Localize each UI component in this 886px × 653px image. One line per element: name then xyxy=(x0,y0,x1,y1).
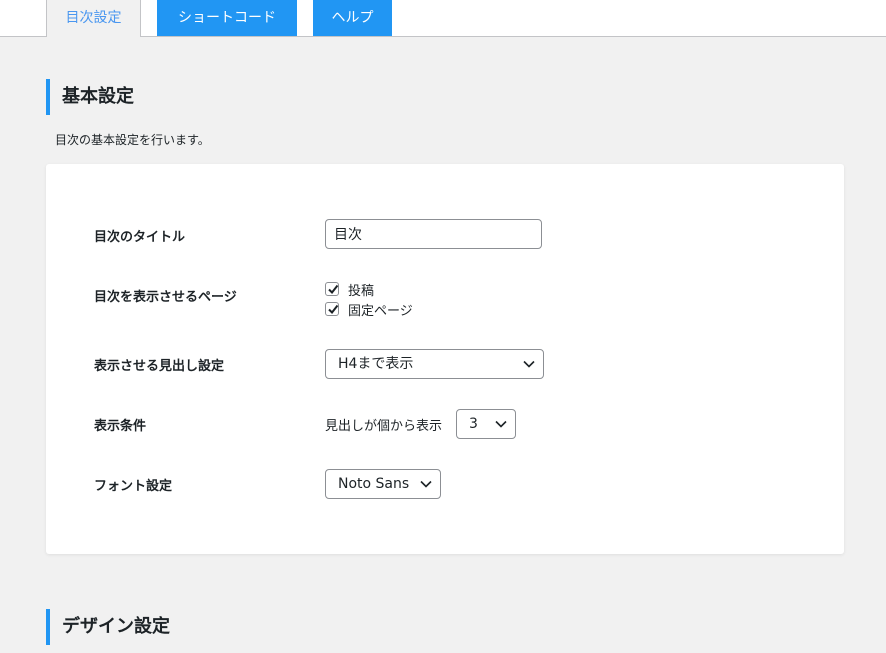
basic-settings-heading: 基本設定 xyxy=(46,79,134,115)
heading-level-select[interactable]: H4まで表示 xyxy=(325,349,544,379)
checkbox-posts[interactable]: 投稿 xyxy=(325,280,375,299)
tab-toc-settings[interactable]: 目次設定 xyxy=(46,0,141,37)
tab-shortcode[interactable]: ショートコード xyxy=(157,0,297,36)
display-condition-label: 表示条件 xyxy=(94,419,147,434)
toc-title-input[interactable] xyxy=(325,219,542,249)
condition-prefix-text: 見出しが個から表示 xyxy=(325,419,443,434)
posts-checkbox-label: 投稿 xyxy=(348,283,375,299)
font-select[interactable]: Noto Sans xyxy=(325,469,441,499)
heading-count-select[interactable]: 3 xyxy=(456,409,516,439)
chevron-down-icon xyxy=(495,420,507,428)
pages-checkbox[interactable] xyxy=(325,302,339,316)
chevron-down-icon xyxy=(523,360,535,368)
tab-help[interactable]: ヘルプ xyxy=(313,0,392,36)
check-icon xyxy=(328,304,339,315)
heading-level-value: H4まで表示 xyxy=(338,356,414,372)
chevron-down-icon xyxy=(420,480,432,488)
display-pages-label: 目次を表示させるページ xyxy=(94,290,237,305)
tab-bar: 目次設定 ショートコード ヘルプ xyxy=(0,0,886,37)
basic-settings-card: 目次のタイトル 目次を表示させるページ 投稿 固定ページ 表示させる見出し設定 … xyxy=(46,164,844,554)
posts-checkbox[interactable] xyxy=(325,282,339,296)
toc-title-label: 目次のタイトル xyxy=(94,230,186,245)
basic-settings-description: 目次の基本設定を行います。 xyxy=(55,133,210,147)
checkbox-pages[interactable]: 固定ページ xyxy=(325,300,413,319)
check-icon xyxy=(328,284,339,295)
design-settings-heading: デザイン設定 xyxy=(46,609,170,645)
heading-setting-label: 表示させる見出し設定 xyxy=(94,359,225,374)
font-value: Noto Sans xyxy=(338,476,410,492)
pages-checkbox-label: 固定ページ xyxy=(348,303,413,319)
heading-count-value: 3 xyxy=(469,416,478,432)
font-setting-label: フォント設定 xyxy=(94,479,173,494)
